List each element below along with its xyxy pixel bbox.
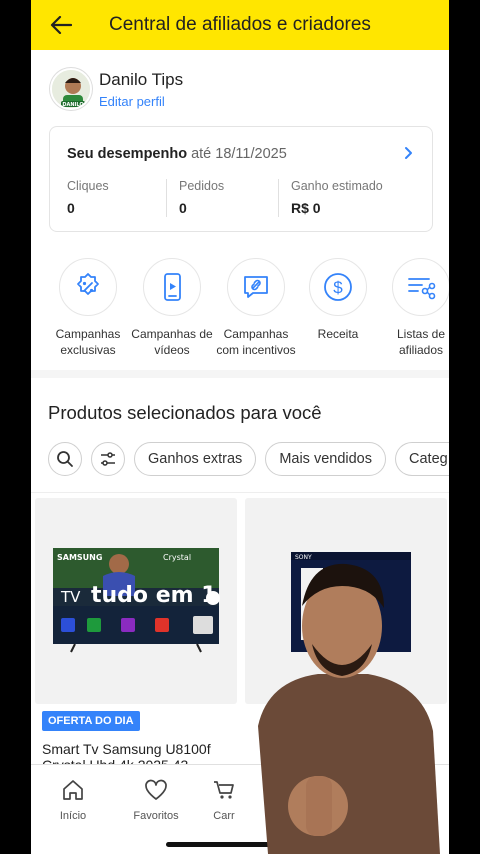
metric-value: 0 [179, 200, 187, 216]
dollar-circle-icon: $ [324, 273, 352, 301]
search-chip[interactable] [48, 442, 82, 476]
heart-icon [145, 779, 167, 800]
percent-badge-icon [77, 273, 99, 295]
chip-extra-earnings[interactable]: Ganhos extras [134, 442, 257, 476]
arrow-left-icon [50, 16, 72, 34]
profile-name: Danilo Tips [99, 70, 184, 89]
metric-value: 0 [67, 200, 75, 216]
tab-label: Favoritos [133, 810, 179, 822]
shortcut-affiliate-lists[interactable]: Listas de afiliados [379, 258, 449, 358]
tab-home[interactable]: Início [33, 779, 113, 822]
avatar-image: DANILO [52, 70, 90, 108]
page-title: Central de afiliados e criadores [109, 14, 371, 35]
product-image: SAMSUNG Crystal TV tudo em 1 [35, 498, 237, 704]
divider [31, 492, 449, 493]
filter-chip[interactable] [91, 442, 125, 476]
video-phone-icon [164, 273, 181, 301]
metric-estimated-earnings: Ganho estimado R$ 0 [291, 179, 421, 219]
metric-divider [278, 179, 279, 217]
tv-image: SAMSUNG Crystal TV tudo em 1 [53, 548, 220, 653]
performance-date: até 18/11/2025 [191, 146, 287, 162]
shortcut-exclusive-campaigns[interactable]: Campanhas exclusivas [46, 258, 130, 358]
edit-profile-link[interactable]: Editar perfil [99, 94, 165, 109]
metric-clicks: Cliques 0 [67, 179, 179, 219]
shortcut-label: Listas de afiliados [396, 327, 446, 357]
presenter-overlay [258, 563, 440, 854]
filter-chips: Ganhos extras Mais vendidos Categ [48, 442, 449, 476]
tab-favorites[interactable]: Favoritos [116, 779, 196, 822]
avatar-text: DANILO [62, 102, 83, 108]
metric-label: Pedidos [179, 179, 225, 193]
chip-best-sellers[interactable]: Mais vendidos [265, 442, 386, 476]
svg-text:$: $ [333, 278, 343, 297]
performance-label: Seu desempenho [67, 146, 188, 162]
cart-icon [214, 781, 234, 799]
metric-label: Ganho estimado [291, 179, 383, 193]
performance-card[interactable]: Seu desempenho até 18/11/2025 Cliques 0 … [49, 126, 433, 232]
tab-label: Início [59, 810, 87, 822]
list-share-icon [408, 278, 436, 300]
tv-headline-small: TV [60, 588, 81, 606]
home-icon [63, 780, 83, 800]
avatar[interactable]: DANILO [50, 68, 92, 110]
metric-label: Cliques [67, 179, 109, 193]
top-bar: Central de afiliados e criadores [31, 0, 449, 50]
metric-divider [166, 179, 167, 217]
performance-title: Seu desempenho até 18/11/2025 [67, 146, 287, 162]
profile-section: DANILO Danilo Tips Editar perfil Seu des… [31, 50, 449, 370]
tv-brand: SAMSUNG [57, 553, 102, 562]
chevron-right-icon [405, 147, 412, 159]
metric-value: R$ 0 [291, 200, 321, 216]
sliders-icon [101, 452, 115, 466]
shortcut-label: Campanhas de vídeos [131, 327, 213, 357]
shortcut-revenue[interactable]: $ Receita [296, 258, 380, 342]
back-button[interactable] [31, 0, 91, 50]
shortcut-video-campaigns[interactable]: Campanhas de vídeos [130, 258, 214, 358]
link-chat-icon [244, 276, 268, 298]
metric-orders: Pedidos 0 [179, 179, 291, 219]
shortcut-label: Receita [317, 327, 359, 341]
tv-headline-big: tudo em 1 [91, 583, 217, 608]
section-title: Produtos selecionados para você [48, 402, 322, 423]
shortcut-label: Campanhas com incentivos [216, 327, 296, 357]
shortcut-incentive-campaigns[interactable]: Campanhas com incentivos [214, 258, 298, 358]
search-icon [57, 451, 73, 467]
chip-categories[interactable]: Categ [395, 442, 449, 476]
shortcut-label: Campanhas exclusivas [55, 327, 121, 357]
deal-badge: OFERTA DO DIA [42, 711, 140, 731]
tv-series: Crystal [163, 553, 191, 562]
